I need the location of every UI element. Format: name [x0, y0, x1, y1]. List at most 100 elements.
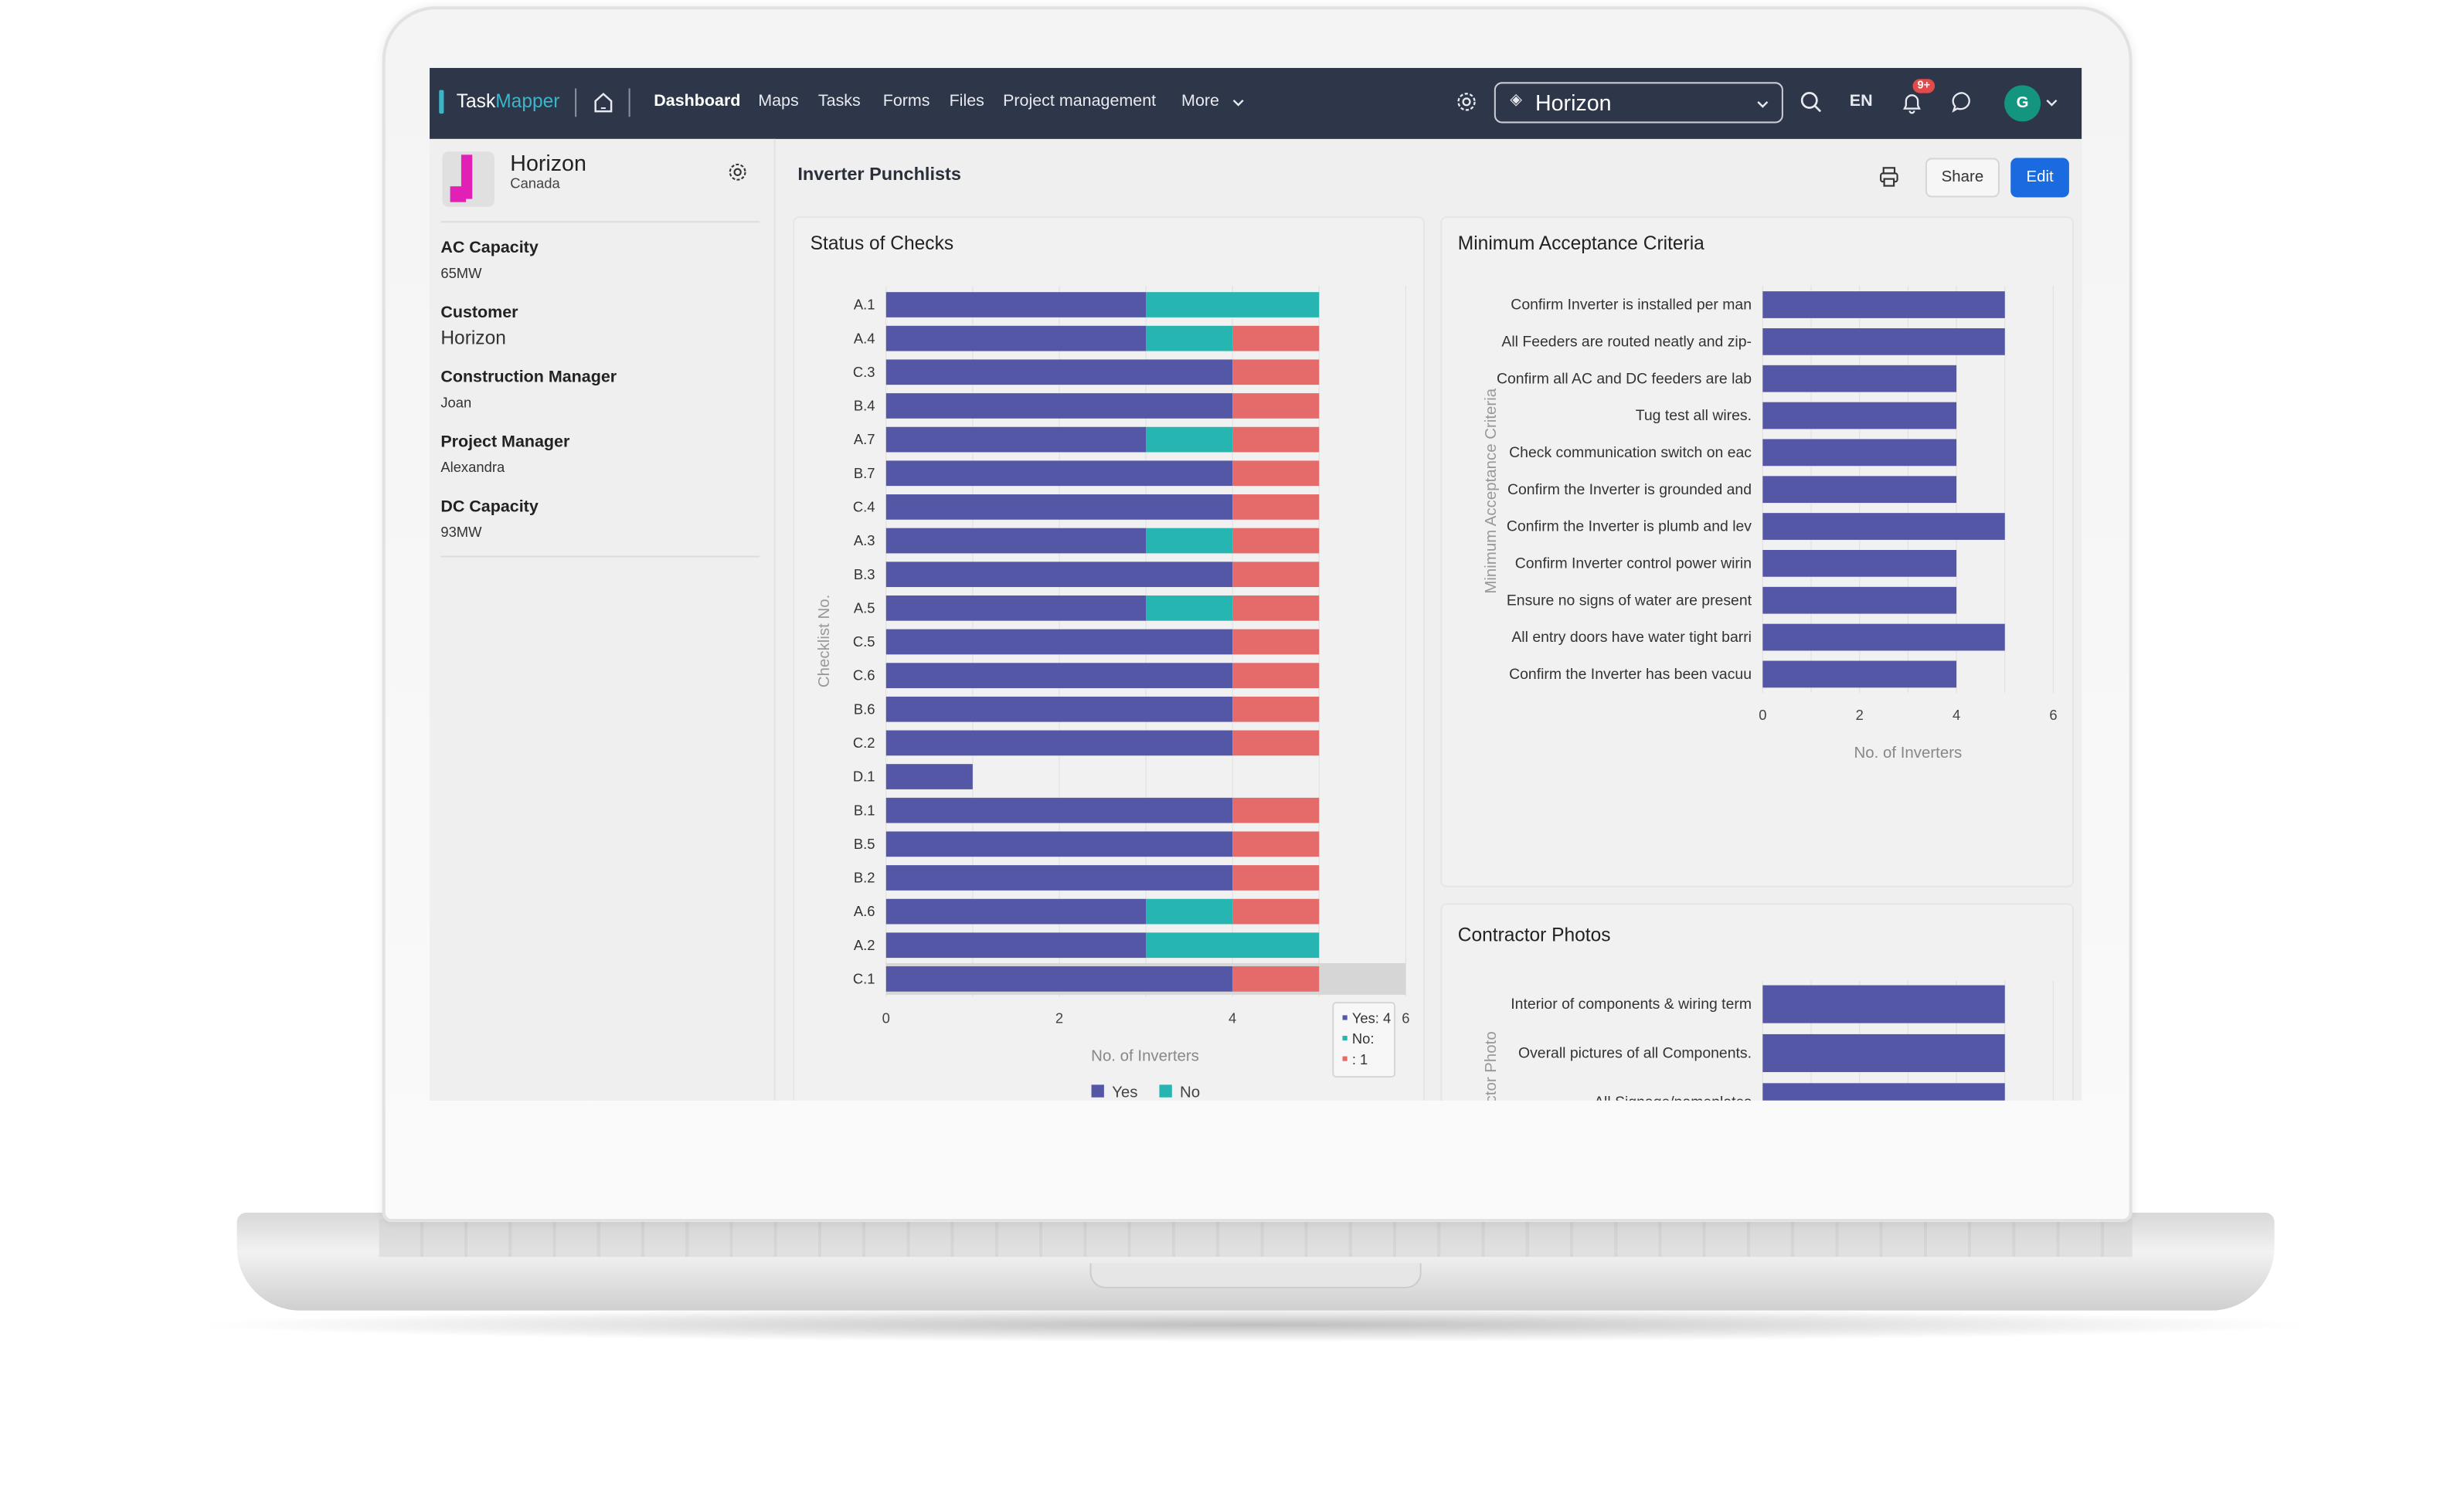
- logo-icon: [439, 90, 444, 114]
- laptop-shadow: [189, 1307, 2322, 1342]
- edit-button[interactable]: Edit: [2010, 158, 2069, 198]
- divider: [440, 221, 760, 223]
- category-label: C.5: [853, 633, 875, 650]
- divider: [575, 88, 577, 117]
- tooltip-swatch: [1342, 1056, 1348, 1061]
- bar-segment-no: [1146, 292, 1320, 317]
- category-label: A.1: [854, 297, 875, 313]
- notification-badge: 9+: [1912, 79, 1936, 93]
- bar-segment-yes: [885, 696, 1233, 722]
- bar-segment-yes: [885, 629, 1233, 655]
- project-settings-gear-icon[interactable]: [726, 161, 749, 184]
- y-axis-title: Minimum Acceptance Criteria: [1482, 388, 1500, 593]
- category-label: Confirm the Inverter is grounded and: [1507, 481, 1752, 498]
- bar-segment-yes: [885, 932, 1147, 959]
- bar-segment-no: [1146, 898, 1233, 925]
- nav-dashboard[interactable]: Dashboard: [654, 92, 740, 111]
- project-selector[interactable]: ◈ Horizon: [1494, 82, 1783, 124]
- status-of-checks-card: Status of Checks A.1 A.4 C.3 B.4 A.7 B.7 C.4 A.…: [793, 216, 1425, 1101]
- print-icon[interactable]: [1878, 166, 1901, 188]
- bar-segment-unlabeled: [1232, 393, 1320, 419]
- y-axis-title: Contractor Photo: [1482, 1031, 1500, 1101]
- tooltip-line: Yes: 4: [1352, 1010, 1391, 1027]
- bar-segment-unlabeled: [1232, 528, 1320, 554]
- category-label: Ensure no signs of water are present: [1507, 592, 1752, 609]
- bar-segment-yes: [885, 898, 1147, 925]
- nav-maps[interactable]: Maps: [758, 92, 799, 111]
- category-label: C.6: [853, 667, 875, 684]
- category-label: A.6: [854, 903, 875, 919]
- category-label: B.7: [854, 465, 875, 481]
- chevron-down-icon[interactable]: [2044, 95, 2059, 110]
- home-icon[interactable]: [593, 92, 615, 114]
- top-navbar: TaskMapper Dashboard Maps Tasks Forms Fi…: [430, 67, 2082, 139]
- bar-segment-unlabeled: [1232, 730, 1320, 756]
- project-logo: [442, 151, 494, 207]
- category-label: B.6: [854, 701, 875, 717]
- bar-segment-no: [1146, 595, 1233, 621]
- bell-icon[interactable]: [1900, 90, 1924, 116]
- bar: [1762, 327, 2005, 355]
- x-axis-title: No. of Inverters: [1091, 1047, 1199, 1065]
- nav-forms[interactable]: Forms: [883, 92, 930, 111]
- bar-segment-no: [1146, 528, 1233, 554]
- category-label: A.7: [854, 431, 875, 447]
- tooltip-swatch: [1342, 1035, 1348, 1041]
- bar-segment-unlabeled: [1232, 629, 1320, 655]
- bar: [1762, 439, 1957, 467]
- search-icon[interactable]: [1799, 90, 1823, 114]
- y-axis-title: Checklist No.: [815, 595, 833, 687]
- field-label: AC Capacity: [440, 238, 539, 258]
- gear-icon[interactable]: [1455, 90, 1479, 114]
- share-button[interactable]: Share: [1925, 158, 2000, 198]
- language-switcher[interactable]: EN: [1850, 92, 1873, 111]
- bar: [1762, 1083, 2005, 1101]
- category-label: B.1: [854, 802, 875, 818]
- bar-segment-unlabeled: [1232, 595, 1320, 621]
- bar-segment-yes: [885, 325, 1147, 351]
- nav-project-management[interactable]: Project management: [1003, 92, 1156, 111]
- category-label: Confirm Inverter is installed per man: [1511, 297, 1752, 314]
- user-avatar[interactable]: G: [2004, 85, 2041, 122]
- brand-logo[interactable]: TaskMapper: [457, 90, 560, 113]
- project-name: Horizon: [510, 150, 586, 175]
- field-label: DC Capacity: [440, 497, 539, 517]
- bar: [1762, 365, 1957, 392]
- legend-label-yes: Yes: [1112, 1084, 1137, 1101]
- app-screen: TaskMapper Dashboard Maps Tasks Forms Fi…: [430, 67, 2082, 1101]
- contractor-photos-chart: Interior of components & wiring term Over…: [1482, 980, 2054, 1101]
- chevron-down-icon: [1757, 100, 1769, 108]
- bar-segment-yes: [885, 494, 1233, 520]
- laptop-notch: [1089, 1263, 1422, 1289]
- nav-more[interactable]: More: [1181, 92, 1219, 111]
- laptop-keyboard: [379, 1219, 2133, 1257]
- x-tick-label: 2: [1055, 1010, 1063, 1027]
- bar-segment-yes: [885, 595, 1147, 621]
- layers-icon: ◈: [1510, 91, 1523, 110]
- field-label: Project Manager: [440, 433, 570, 452]
- divider: [628, 88, 630, 117]
- bar-segment-unlabeled: [1232, 426, 1320, 453]
- category-label: D.1: [853, 769, 875, 785]
- brand-part-task: Task: [456, 90, 496, 113]
- category-label: C.1: [853, 971, 875, 987]
- bar-segment-unlabeled: [1232, 663, 1320, 688]
- bar-segment-unlabeled: [1232, 831, 1320, 857]
- bar: [1762, 549, 1957, 577]
- category-label: Confirm all AC and DC feeders are lab: [1497, 370, 1752, 387]
- minimum-acceptance-criteria-chart: Confirm Inverter is installed per man All…: [1482, 286, 2058, 762]
- tooltip-line: No:: [1352, 1030, 1375, 1047]
- chevron-down-icon[interactable]: [1230, 95, 1246, 110]
- field-label: Construction Manager: [440, 368, 617, 387]
- category-label: A.3: [854, 532, 875, 548]
- category-label: Check communication switch on eac: [1509, 444, 1752, 461]
- category-label: C.4: [853, 499, 875, 515]
- chat-icon[interactable]: [1951, 90, 1975, 114]
- category-label: A.4: [854, 330, 875, 346]
- bar-segment-yes: [885, 528, 1147, 554]
- category-label: All Feeders are routed neatly and zip-: [1501, 333, 1752, 350]
- tooltip-swatch: [1342, 1015, 1348, 1020]
- brand-part-mapper: Mapper: [495, 90, 560, 113]
- nav-tasks[interactable]: Tasks: [818, 92, 861, 111]
- nav-files[interactable]: Files: [950, 92, 984, 111]
